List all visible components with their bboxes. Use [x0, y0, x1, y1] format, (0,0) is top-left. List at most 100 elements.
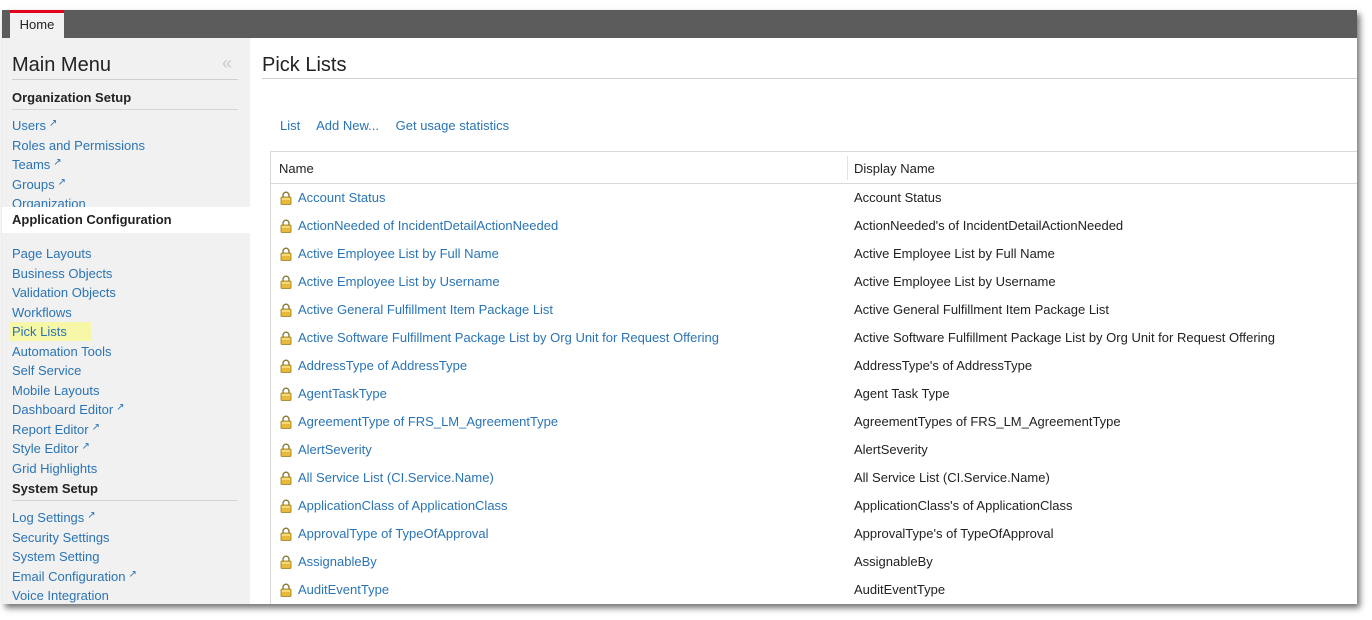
main-menu-title: Main Menu	[12, 54, 111, 76]
sidebar-item-label: Page Layouts	[12, 246, 92, 261]
pick-list-name-link[interactable]: AgreementType of FRS_LM_AgreementType	[298, 414, 558, 429]
display-name-cell: Agent Task Type	[854, 386, 950, 401]
sidebar-item[interactable]: System Setting	[12, 549, 99, 564]
sidebar-item[interactable]: Business Objects	[12, 266, 112, 281]
table-row[interactable]: AlertSeverity AlertSeverity	[271, 436, 1357, 464]
sidebar-item[interactable]: Mobile Layouts	[12, 383, 99, 398]
divider	[262, 78, 1357, 79]
lock-icon	[279, 191, 293, 205]
display-name-cell: Account Status	[854, 190, 942, 205]
pick-list-name-link[interactable]: Active General Fulfillment Item Package …	[298, 302, 553, 317]
external-link-icon: ↗	[53, 157, 62, 168]
sidebar-item[interactable]: Roles and Permissions	[12, 138, 145, 153]
sidebar-item[interactable]: Log Settings ↗	[12, 510, 96, 525]
tab-home[interactable]: Home	[10, 10, 64, 38]
pick-list-name-link[interactable]: AuditEventType	[298, 582, 389, 597]
sidebar-item[interactable]: Self Service	[12, 363, 81, 378]
table-row[interactable]: AuditEventType AuditEventType	[271, 576, 1357, 604]
table-row[interactable]: AgentTaskType Agent Task Type	[271, 380, 1357, 408]
column-header-name[interactable]: Name	[279, 161, 314, 176]
pick-list-name-link[interactable]: ApplicationClass of ApplicationClass	[298, 498, 508, 513]
display-name-cell: AgreementTypes of FRS_LM_AgreementType	[854, 414, 1121, 429]
lock-icon	[279, 471, 293, 485]
lock-icon	[279, 247, 293, 261]
section-heading: System Setup	[12, 481, 238, 501]
lock-icon	[279, 331, 293, 345]
list-link[interactable]: List	[280, 118, 300, 133]
sidebar-item[interactable]: Dashboard Editor ↗	[12, 402, 125, 417]
sidebar-item[interactable]: Automation Tools	[12, 344, 112, 359]
app-window: Home Main Menu « Organization Setup Users…	[2, 10, 1357, 604]
lock-icon	[279, 499, 293, 513]
external-link-icon: ↗	[87, 510, 96, 521]
sidebar-item-label: Dashboard Editor	[12, 402, 114, 417]
pick-list-name-link[interactable]: Active Employee List by Full Name	[298, 246, 499, 261]
pick-list-name-link[interactable]: AssignableBy	[298, 554, 377, 569]
sidebar-item[interactable]: Page Layouts	[12, 246, 92, 261]
pick-list-name-link[interactable]: All Service List (CI.Service.Name)	[298, 470, 494, 485]
lock-icon	[279, 275, 293, 289]
sidebar-item-label: Pick Lists	[12, 324, 67, 339]
sidebar-item[interactable]: Report Editor ↗	[12, 422, 100, 437]
sidebar-item[interactable]: Workflows	[12, 305, 72, 320]
table-row[interactable]: ApprovalType of TypeOfApproval ApprovalTy…	[271, 520, 1357, 548]
section-heading: Application Configuration	[2, 207, 250, 233]
display-name-cell: ApprovalType's of TypeOfApproval	[854, 526, 1054, 541]
sidebar-item[interactable]: Email Configuration ↗	[12, 569, 137, 584]
sidebar-item-label: Voice Integration	[12, 588, 109, 603]
table-row[interactable]: ActionNeeded of IncidentDetailActionNeed…	[271, 212, 1357, 240]
external-link-icon: ↗	[116, 402, 125, 413]
display-name-cell: Active General Fulfillment Item Package …	[854, 302, 1110, 317]
top-navigation-bar: Home	[2, 10, 1357, 38]
table-row[interactable]: Active Employee List by Username Active E…	[271, 268, 1357, 296]
table-row[interactable]: ApplicationClass of ApplicationClass Appl…	[271, 492, 1357, 520]
pick-list-name-link[interactable]: Active Software Fulfillment Package List…	[298, 330, 719, 345]
display-name-cell: Active Employee List by Username	[854, 274, 1056, 289]
page-title: Pick Lists	[262, 54, 347, 76]
lock-icon	[279, 527, 293, 541]
pick-list-name-link[interactable]: Account Status	[298, 190, 385, 205]
table-row[interactable]: AssignableBy AssignableBy	[271, 548, 1357, 576]
table-row[interactable]: Account Status Account Status	[271, 184, 1357, 212]
table-row[interactable]: AddressType of AddressType AddressType's …	[271, 352, 1357, 380]
collapse-sidebar-icon[interactable]: «	[222, 54, 240, 72]
pick-list-name-link[interactable]: AgentTaskType	[298, 386, 387, 401]
pick-list-name-link[interactable]: AddressType of AddressType	[298, 358, 467, 373]
usage-statistics-link[interactable]: Get usage statistics	[396, 118, 509, 133]
sidebar-item[interactable]: Grid Highlights	[12, 461, 97, 476]
column-resize-handle[interactable]	[847, 156, 848, 180]
sidebar-item-label: Automation Tools	[12, 344, 112, 359]
sidebar-item[interactable]: Security Settings	[12, 530, 110, 545]
table-row[interactable]: Active Employee List by Full Name Active …	[271, 240, 1357, 268]
external-link-icon: ↗	[81, 441, 90, 452]
display-name-cell: AuditEventType	[854, 582, 946, 597]
pick-list-name-link[interactable]: ApprovalType of TypeOfApproval	[298, 526, 489, 541]
grid-body: Account Status Account Status ActionNeeded…	[271, 184, 1357, 604]
pick-list-name-link[interactable]: ActionNeeded of IncidentDetailActionNeed…	[298, 218, 558, 233]
table-row[interactable]: Active General Fulfillment Item Package …	[271, 296, 1357, 324]
table-row[interactable]: All Service List (CI.Service.Name) All Se…	[271, 464, 1357, 492]
sidebar-item[interactable]: Style Editor ↗	[12, 441, 90, 456]
sidebar-item[interactable]: Validation Objects	[12, 285, 116, 300]
sidebar-item[interactable]: Voice Integration	[12, 588, 109, 603]
table-row[interactable]: Active Software Fulfillment Package List…	[271, 324, 1357, 352]
sidebar-item[interactable]: Teams ↗	[12, 157, 62, 172]
pick-list-name-link[interactable]: AlertSeverity	[298, 442, 372, 457]
action-links: List Add New... Get usage statistics	[280, 118, 522, 133]
sidebar-item-label: Grid Highlights	[12, 461, 98, 476]
column-header-display-name[interactable]: Display Name	[854, 161, 935, 176]
table-row[interactable]: AgreementType of FRS_LM_AgreementType Agr…	[271, 408, 1357, 436]
section-heading: Organization Setup	[12, 90, 238, 110]
pick-lists-grid: Name Display Name Account Status Account …	[270, 151, 1357, 604]
sidebar-item[interactable]: Users ↗	[12, 118, 57, 133]
pick-list-name-link[interactable]: Active Employee List by Username	[298, 274, 500, 289]
add-new-link[interactable]: Add New...	[316, 118, 379, 133]
display-name-cell: ActionNeeded's of IncidentDetailActionNe…	[854, 218, 1124, 233]
display-name-cell: AssignableBy	[854, 554, 933, 569]
divider	[12, 79, 238, 80]
sidebar-item[interactable]: Pick Lists	[10, 322, 91, 341]
sidebar-item[interactable]: Groups ↗	[12, 177, 66, 192]
sidebar-item-label: System Setting	[12, 549, 100, 564]
sidebar-item-label: Users	[12, 118, 46, 133]
external-link-icon: ↗	[128, 569, 137, 580]
